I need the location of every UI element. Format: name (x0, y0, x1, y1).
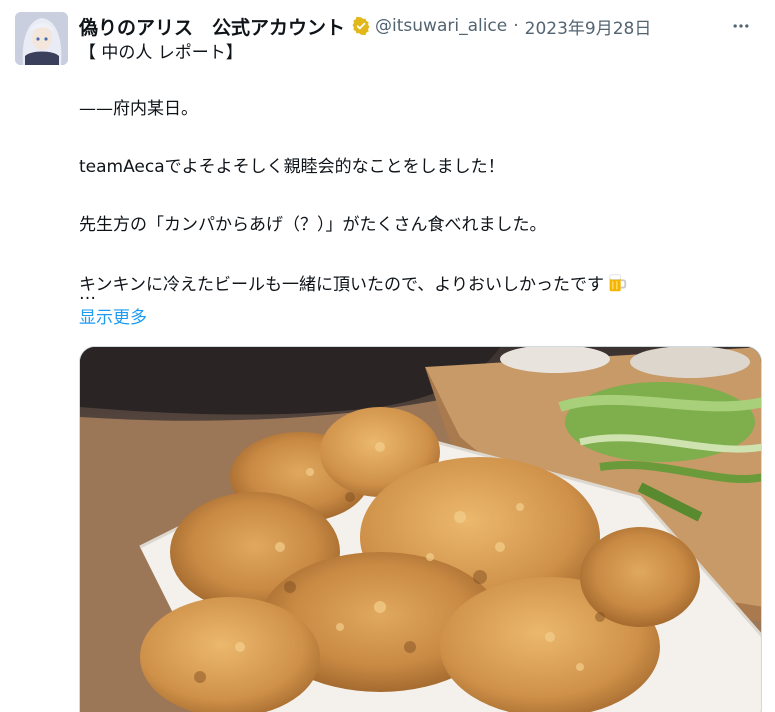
show-more-link[interactable]: 显示更多 (79, 307, 147, 329)
display-name[interactable]: 偽りのアリス 公式アカウント (79, 13, 345, 40)
beer-mug-icon (606, 272, 628, 300)
post-date[interactable]: 2023年9月28日 (525, 14, 652, 39)
separator-dot: · (513, 16, 519, 36)
tweet-line: 先生方の「カンパからあげ（？）」がたくさん食べれました。 (79, 215, 547, 235)
avatar[interactable] (15, 12, 68, 65)
verified-badge-icon[interactable] (351, 16, 371, 36)
tweet-line-last: キンキンに冷えたビールも一緒に頂いたので、よりおいしかったです (79, 272, 759, 300)
tweet-line: teamAecaでよそよそしく親睦会的なことをしました！ (79, 157, 505, 177)
truncation-ellipsis: … (79, 284, 96, 304)
tweet-photo[interactable] (79, 346, 762, 712)
avatar-image (15, 12, 68, 65)
handle[interactable]: @itsuwari_alice (375, 16, 507, 36)
more-options-icon[interactable] (727, 14, 755, 38)
tweet-line-text: キンキンに冷えたビールも一緒に頂いたので、よりおいしかったです (79, 275, 604, 295)
tweet-header: 偽りのアリス 公式アカウント @itsuwari_alice · 2023年9月… (79, 12, 755, 40)
karaage-photo-image (80, 347, 761, 712)
tweet-line: ——府内某日。 (79, 99, 198, 119)
tweet-text: 【 中の人 レポート】 ——府内某日。 teamAecaでよそよそしく親睦会的な… (79, 42, 759, 336)
tweet-line: 【 中の人 レポート】 (79, 43, 243, 63)
